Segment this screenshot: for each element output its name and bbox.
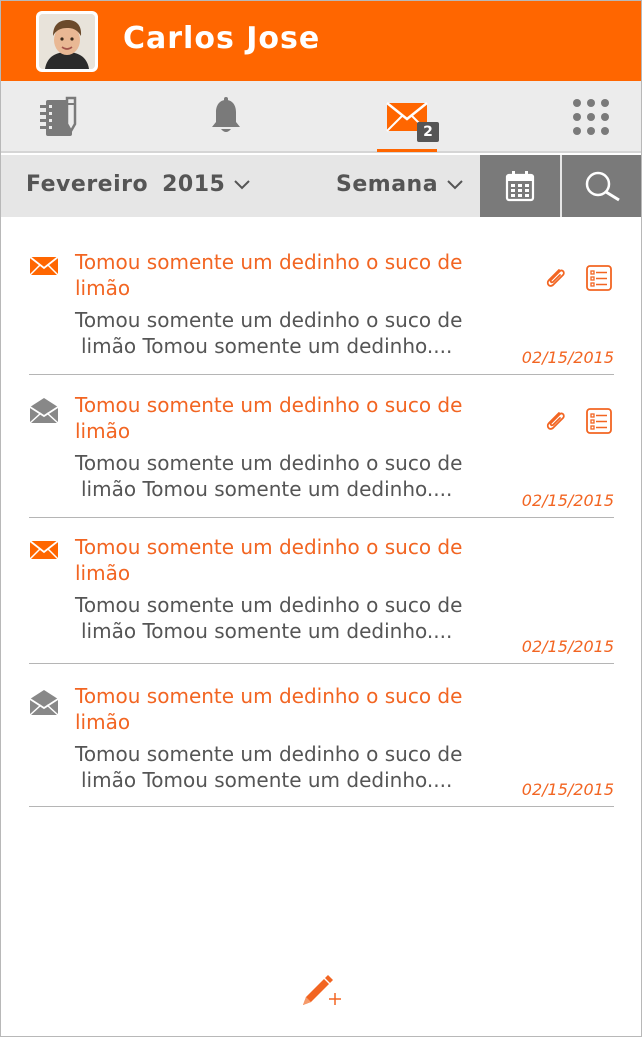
message-item[interactable]: Tomou somente um dedinho o suco de limão… [29,683,614,807]
search-button[interactable] [562,155,641,217]
tab-notebook[interactable] [31,81,87,153]
compose-button[interactable] [297,971,347,1015]
message-preview-line: limão Tomou somente um dedinho.... [81,619,453,643]
period-select[interactable]: Semana [336,172,464,197]
tab-messages[interactable] [379,81,435,153]
bell-icon [212,97,240,132]
grid-icon [573,99,609,135]
message-preview: Tomou somente um dedinho o suco de limão… [75,741,505,793]
tab-apps[interactable] [563,81,619,153]
period-label: Semana [336,172,439,197]
checklist-icon [586,408,612,434]
tab-notifications[interactable] [201,81,251,153]
message-preview-line: Tomou somente um dedinho o suco de [75,451,463,475]
message-item[interactable]: Tomou somente um dedinho o suco de limão… [29,249,614,375]
message-preview-line: limão Tomou somente um dedinho.... [81,334,453,358]
message-title: Tomou somente um dedinho o suco de limão [75,535,463,585]
envelope-closed-icon [29,540,59,560]
message-item[interactable]: Tomou somente um dedinho o suco de limão… [29,534,614,664]
tab-bar [1,81,641,153]
message-date: 02/15/2015 [521,780,614,799]
calendar-button[interactable] [480,155,560,217]
filter-bar: Fevereiro 2015 Semana [1,155,641,217]
message-preview: Tomou somente um dedinho o suco de limão… [75,592,505,644]
search-icon [585,171,620,202]
message-date: 02/15/2015 [521,491,614,510]
avatar[interactable] [36,11,98,72]
message-date: 02/15/2015 [521,348,614,367]
envelope-open-icon [29,690,59,716]
message-title: Tomou somente um dedinho o suco de limão [75,684,463,734]
pencil-plus-icon [303,975,341,1005]
app-frame: Carlos Jose 2 Fevereiro 2015 Semana Tomo… [0,0,642,1037]
message-preview-line: limão Tomou somente um dedinho.... [81,768,453,792]
month-year-select[interactable]: Fevereiro 2015 [26,172,251,197]
active-tab-indicator [377,149,437,152]
notebook-icon [40,96,77,136]
paperclip-icon [546,269,565,287]
message-preview-line: Tomou somente um dedinho o suco de [75,742,463,766]
envelope-closed-icon [29,256,59,276]
message-item[interactable]: Tomou somente um dedinho o suco de limão… [29,392,614,518]
messages-badge: 2 [417,122,439,142]
message-title: Tomou somente um dedinho o suco de limão [75,250,463,300]
message-preview-line: Tomou somente um dedinho o suco de [75,593,463,617]
calendar-icon [505,171,535,202]
app-header: Carlos Jose [1,1,641,81]
message-preview: Tomou somente um dedinho o suco de limão… [75,450,505,502]
avatar-photo [39,14,95,69]
message-date: 02/15/2015 [521,637,614,656]
envelope-open-icon [29,398,59,424]
message-preview: Tomou somente um dedinho o suco de limão… [75,307,505,359]
message-title: Tomou somente um dedinho o suco de limão [75,393,463,443]
message-preview-line: limão Tomou somente um dedinho.... [81,477,453,501]
checklist-icon [586,265,612,291]
year-label: 2015 [162,172,226,197]
message-preview-line: Tomou somente um dedinho o suco de [75,308,463,332]
chevron-down-icon [447,179,463,189]
user-name: Carlos Jose [123,21,321,56]
paperclip-icon [546,412,565,430]
month-label: Fevereiro [26,172,149,197]
chevron-down-icon [234,179,251,189]
